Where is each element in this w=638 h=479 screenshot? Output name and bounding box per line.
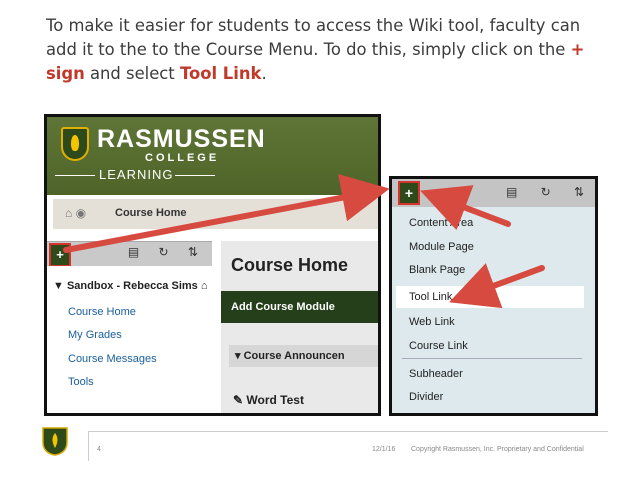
intro-text-end: .	[261, 64, 267, 83]
page-title: Course Home	[231, 255, 349, 275]
breadcrumb: ⌂ ◉ Course Home	[53, 199, 378, 229]
brand-subtitle: COLLEGE	[145, 152, 220, 164]
menu-item-course-home[interactable]: Course Home	[68, 306, 136, 318]
rasmussen-logo-icon	[61, 127, 89, 161]
menu-option-tool-link[interactable]: Tool Link	[409, 291, 452, 303]
add-menu-dropdown-screenshot: + ▤ ↻ ⇅ Content Area Module Page Blank P…	[389, 176, 598, 416]
course-announcements-module[interactable]: ▾ Course Announcen	[229, 345, 378, 367]
learning-label: LEARNING	[99, 167, 174, 182]
intro-text-start: To make it easier for students to access…	[46, 16, 581, 59]
add-menu-item-button[interactable]: +	[49, 243, 71, 267]
menu-divider	[402, 358, 582, 359]
site-header: RASMUSSEN COLLEGE LEARNING	[47, 117, 378, 195]
menu-item-my-grades[interactable]: My Grades	[68, 329, 122, 341]
toolbar-icons[interactable]: ▤ ↻ ⇅	[506, 185, 594, 199]
course-menu: ▼ Sandbox - Rebecca Sims ⌂ Course Home M…	[47, 266, 212, 413]
announcement-icon: ✎	[233, 393, 244, 407]
menu-option-content-area[interactable]: Content Area	[409, 217, 473, 229]
menu-option-module-page[interactable]: Module Page	[409, 241, 474, 253]
slide-number: 4	[97, 446, 101, 453]
home-icon: ⌂	[200, 280, 208, 292]
menu-option-subheader[interactable]: Subheader	[409, 368, 463, 380]
add-course-module-button[interactable]: Add Course Module	[221, 291, 378, 323]
course-menu-toolbar: + ▤ ↻ ⇅	[47, 241, 212, 267]
footer-separator	[88, 431, 89, 461]
tool-link-highlight: Tool Link	[179, 64, 262, 83]
intro-text-middle: and select	[84, 64, 180, 83]
menu-option-divider[interactable]: Divider	[409, 391, 443, 403]
menu-item-course-messages[interactable]: Course Messages	[68, 353, 157, 365]
brand-name: RASMUSSEN	[97, 125, 266, 153]
home-icon[interactable]: ⌂ ◉	[65, 206, 86, 220]
menu-option-web-link[interactable]: Web Link	[409, 316, 455, 328]
course-title[interactable]: ▼ Sandbox - Rebecca Sims ⌂	[53, 280, 208, 292]
menu-item-tools[interactable]: Tools	[68, 376, 94, 388]
menu-option-blank-page[interactable]: Blank Page	[409, 264, 465, 276]
intro-text: To make it easier for students to access…	[46, 14, 606, 86]
course-title-text: Sandbox - Rebecca Sims	[66, 280, 198, 292]
add-menu-item-button[interactable]: +	[398, 181, 420, 205]
header-rule-left	[55, 175, 95, 176]
dropdown-toolbar: + ▤ ↻ ⇅	[392, 179, 595, 207]
announcement-title: Course Announcen	[243, 350, 345, 362]
slide-date: 12/1/16	[372, 446, 396, 453]
copyright-text: Copyright Rasmussen, Inc. Proprietary an…	[411, 446, 584, 453]
menu-option-course-link[interactable]: Course Link	[409, 340, 468, 352]
toolbar-icons[interactable]: ▤ ↻ ⇅	[128, 245, 206, 259]
word-test-label: Word Test	[246, 393, 304, 407]
header-rule-right	[175, 175, 215, 176]
course-page-screenshot: RASMUSSEN COLLEGE LEARNING ⌂ ◉ Course Ho…	[44, 114, 381, 416]
breadcrumb-course-home[interactable]: Course Home	[115, 207, 187, 219]
word-test-item[interactable]: ✎ Word Test	[233, 393, 304, 407]
footer-rule	[88, 431, 608, 432]
main-content: Course Home Add Course Module ▾ Course A…	[221, 241, 378, 413]
rasmussen-footer-logo-icon	[42, 427, 68, 456]
